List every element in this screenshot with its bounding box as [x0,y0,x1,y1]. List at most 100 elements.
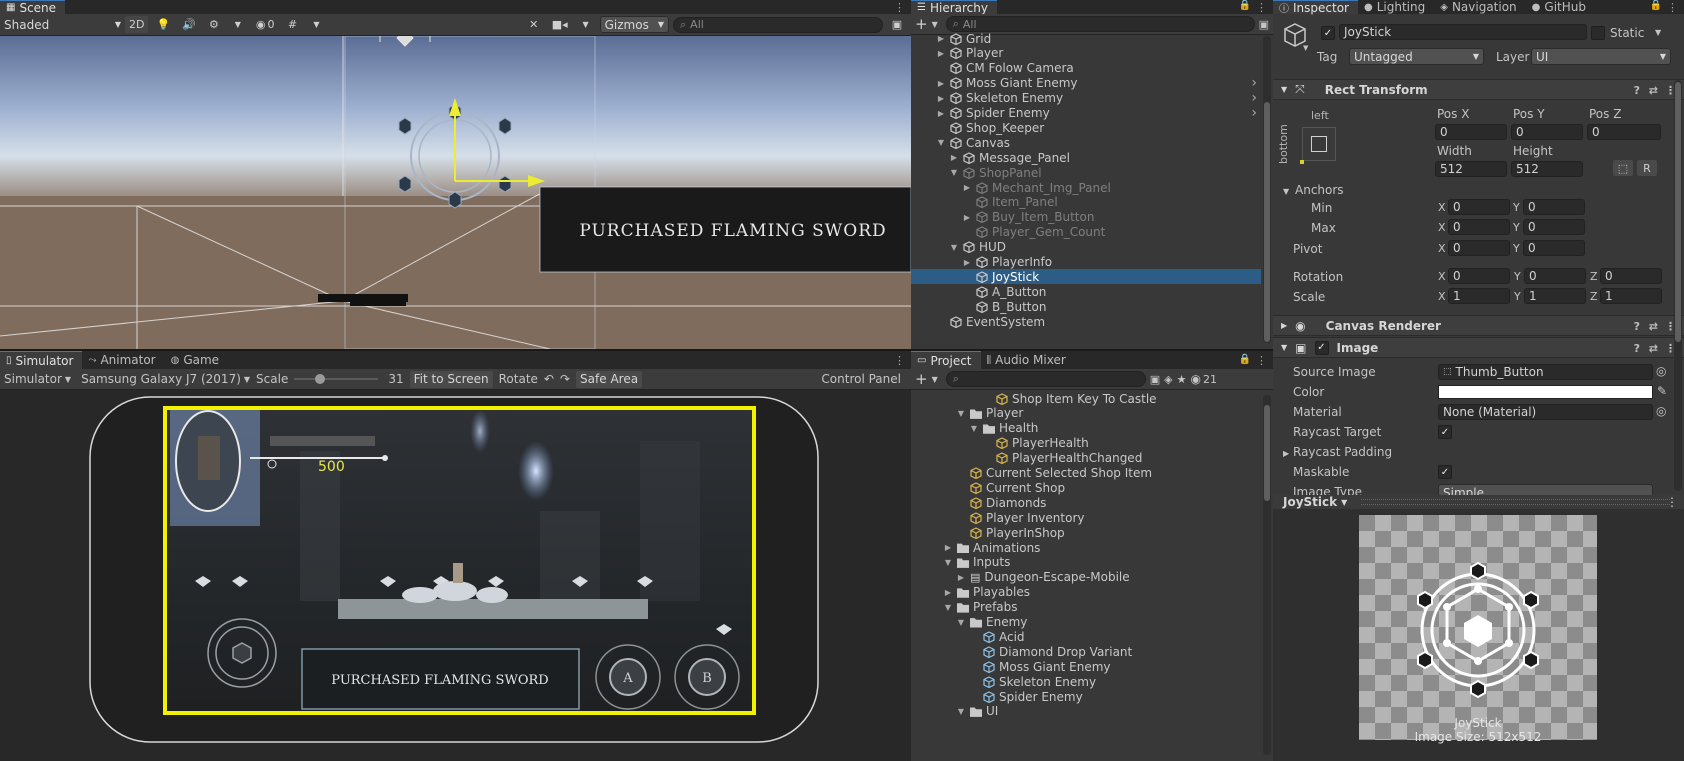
preview-dropdown-icon[interactable]: ▼ [1341,498,1347,507]
effects-toggle-icon[interactable]: ⚙ [203,16,224,33]
chevron-right-icon[interactable]: ▶ [943,588,953,597]
scale-x-field[interactable]: 1 [1448,288,1510,304]
project-item[interactable]: Diamond Drop Variant [911,644,1261,659]
height-field[interactable]: 512 [1511,161,1583,177]
scale-slider-thumb[interactable] [315,374,326,384]
hierarchy-scrollbar[interactable] [1263,36,1271,343]
rot-z-field[interactable]: 0 [1600,268,1662,284]
project-search-input[interactable]: ⌕ [945,371,1146,387]
grid-toggle-icon[interactable]: # [282,16,303,33]
max-y-field[interactable]: 0 [1523,219,1585,235]
active-checkbox[interactable]: ✓ [1321,26,1335,40]
chevron-right-icon[interactable]: ▶ [1283,449,1289,458]
project-item[interactable]: PlayerInShop [911,525,1261,540]
max-x-field[interactable]: 0 [1448,219,1510,235]
chevron-down-icon[interactable]: ▼ [1283,187,1289,196]
presets-icon[interactable]: ⇄ [1649,320,1658,333]
pivot-y-field[interactable]: 0 [1523,240,1585,256]
rot-x-field[interactable]: 0 [1448,268,1510,284]
pivot-x-field[interactable]: 0 [1448,240,1510,256]
hierarchy-item[interactable]: ▶ Grid [911,31,1261,46]
hierarchy-scroll-thumb[interactable] [1264,102,1270,342]
camera-icon[interactable]: ■◂ [547,16,572,33]
tab-simulator[interactable]: ▯ Simulator [0,351,83,369]
scene-menu-icon[interactable]: ⋮ [894,1,905,14]
project-item[interactable]: Current Shop [911,480,1261,495]
tag-dropdown[interactable]: Untagged ▼ [1349,48,1484,65]
project-item[interactable]: ▼ UI [911,704,1261,719]
inspector-scrollbar[interactable] [1674,80,1682,491]
project-item[interactable]: Acid [911,629,1261,644]
raycast-target-checkbox[interactable]: ✓ [1438,425,1452,439]
lock-icon[interactable]: 🔒 [1650,0,1662,11]
scale-slider[interactable] [294,372,379,386]
source-image-field[interactable]: ⬚ Thumb_Button [1438,364,1653,380]
project-item[interactable]: ▼ Enemy [911,615,1261,630]
static-dropdown-icon[interactable]: ▼ [1655,28,1661,37]
tab-lighting[interactable]: ● Lighting [1358,0,1434,14]
chevron-down-icon[interactable]: ▼ [956,618,966,627]
hierarchy-item[interactable]: Item_Panel [911,195,1261,210]
hierarchy-item[interactable]: ▶ PlayerInfo [911,255,1261,270]
static-checkbox[interactable] [1591,26,1605,40]
hierarchy-item[interactable]: ▶ Moss Giant Enemy › [911,75,1261,91]
search-by-label-icon[interactable]: ◈ [1164,373,1172,386]
lighting-toggle-icon[interactable]: 💡 [152,16,175,33]
preview-drag-handle[interactable] [1361,499,1670,505]
chevron-right-icon[interactable]: ▶ [962,183,972,192]
camera-dropdown-icon[interactable]: ▼ [575,16,596,33]
project-item[interactable]: PlayerHealthChanged [911,451,1261,466]
favorites-icon[interactable]: ★ [1177,373,1187,386]
hierarchy-item[interactable]: ▶ Mechant_Img_Panel [911,180,1261,195]
object-picker-icon[interactable]: ◎ [1656,364,1666,378]
hierarchy-item[interactable]: JoyStick [911,269,1261,285]
pos-x-field[interactable]: 0 [1435,124,1507,140]
tab-animator[interactable]: ⤳ Animator [82,351,164,369]
chevron-down-icon[interactable]: ▼ [943,603,953,612]
width-field[interactable]: 512 [1435,161,1507,177]
tab-project[interactable]: ▭ Project [911,351,981,369]
chevron-down-icon[interactable]: ▼ [969,424,979,433]
scene-viewport[interactable]: PURCHASED FLAMING SWORD [0,36,911,349]
scene-search-options-icon[interactable]: ▣ [887,16,907,33]
pos-z-field[interactable]: 0 [1587,124,1661,140]
chevron-right-icon[interactable]: ▶ [962,258,972,267]
hierarchy-item[interactable]: ▶ Buy_Item_Button [911,210,1261,225]
project-item[interactable]: Player Inventory [911,510,1261,525]
chevron-right-icon[interactable]: ▶ [962,213,972,222]
raw-edit-icon[interactable]: R [1637,160,1657,176]
hierarchy-item[interactable]: ▶ Spider Enemy › [911,105,1261,121]
project-item[interactable]: Shop Item Key To Castle [911,391,1261,406]
chevron-down-icon[interactable]: ▼ [1303,44,1308,52]
control-panel-button[interactable]: Control Panel [821,372,901,386]
chevron-right-icon[interactable]: › [1251,90,1257,106]
hierarchy-item[interactable]: Shop_Keeper [911,120,1261,135]
hidden-packages-toggle[interactable]: ◉ 21 [1190,372,1216,386]
simulator-mode-dropdown[interactable]: Simulator ▼ [4,372,71,386]
project-item[interactable]: Skeleton Enemy [911,674,1261,689]
chevron-right-icon[interactable]: ▶ [936,34,946,43]
tab-audio-mixer[interactable]: ⫼ Audio Mixer [981,351,1075,369]
search-by-type-icon[interactable]: ▣ [1150,373,1160,386]
project-menu-icon[interactable]: ⋮ [1256,354,1267,367]
rotate-left-icon[interactable]: ↶ [544,372,554,386]
toggle-2d-button[interactable]: 2D [125,16,149,33]
help-icon[interactable]: ? [1634,342,1640,355]
rot-y-field[interactable]: 0 [1524,268,1586,284]
device-screen[interactable]: 500 PURCHASED FLAMING SWORD A B [0,391,911,761]
project-item[interactable]: PlayerHealth [911,436,1261,451]
chevron-right-icon[interactable]: ▶ [936,79,946,88]
tab-scene[interactable]: ▦ Scene [0,0,66,15]
hidden-objects-toggle[interactable]: ◉ 0 [251,16,279,33]
chevron-down-icon[interactable]: ▼ [943,558,953,567]
chevron-right-icon[interactable]: ▶ [956,573,966,582]
tab-inspector[interactable]: ⓘ Inspector [1273,0,1358,15]
chevron-right-icon[interactable]: ▶ [936,94,946,103]
help-icon[interactable]: ? [1634,84,1640,97]
object-picker-icon[interactable]: ◎ [1656,404,1666,418]
hierarchy-item[interactable]: ▼ Canvas [911,135,1261,150]
project-item[interactable]: Spider Enemy [911,689,1261,704]
project-item[interactable]: ▶ Playables [911,585,1261,600]
presets-icon[interactable]: ⇄ [1649,84,1658,97]
scale-z-field[interactable]: 1 [1600,288,1662,304]
